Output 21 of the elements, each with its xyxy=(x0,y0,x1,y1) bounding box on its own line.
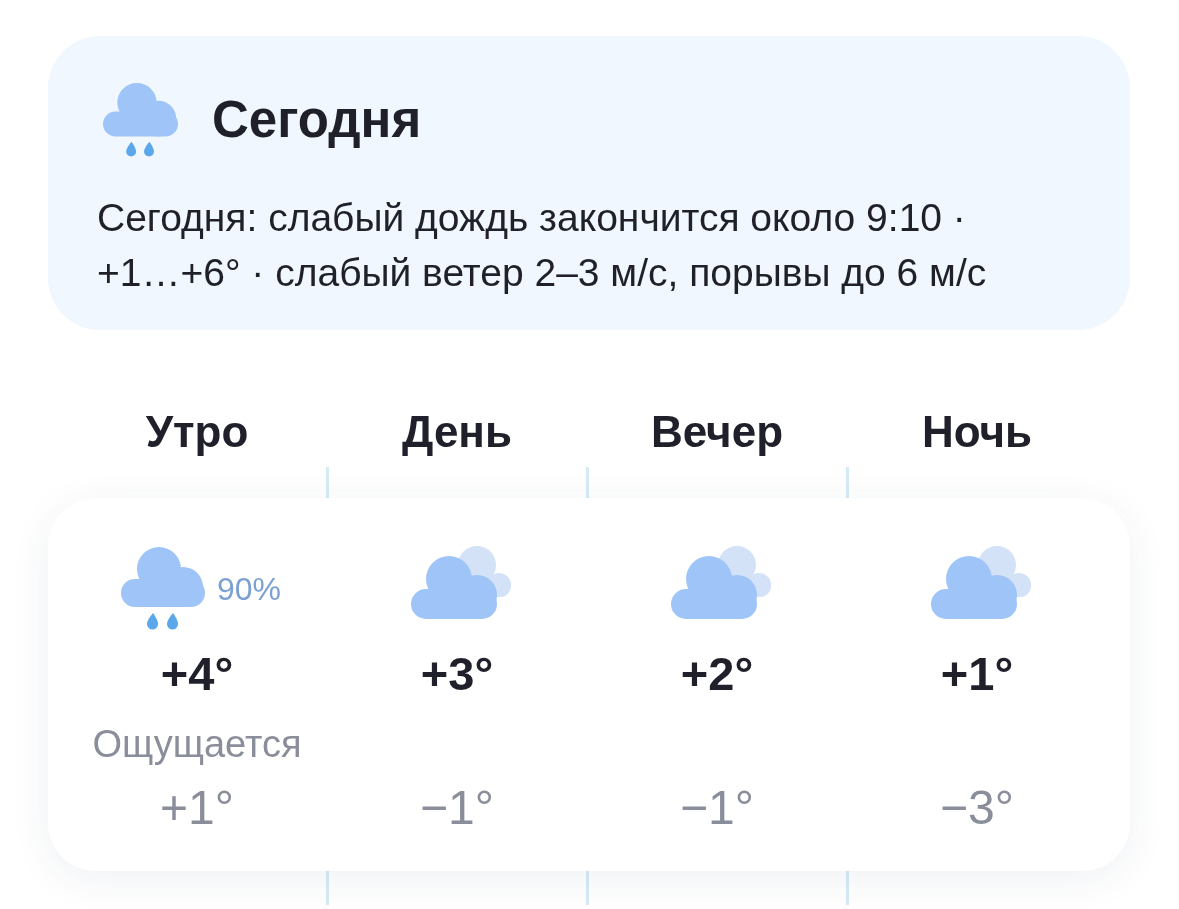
rain-cloud-icon xyxy=(103,81,178,158)
period-label: Ночь xyxy=(921,406,1033,458)
feels-like-temperature: −1° xyxy=(420,781,494,835)
feels-like-temperature: +1° xyxy=(160,781,234,835)
temperature: +1° xyxy=(940,647,1014,701)
feels-like-label: Ощущается xyxy=(92,722,302,767)
clouds-icon xyxy=(671,545,771,619)
feels-like-temperature: −1° xyxy=(680,781,754,835)
period-label: Вечер xyxy=(650,406,783,458)
feels-like-temperature: −3° xyxy=(940,781,1014,835)
temperature: +4° xyxy=(160,647,234,701)
period-label: День xyxy=(402,406,512,458)
rain-cloud-icon xyxy=(120,545,205,631)
precipitation-chance: 90% xyxy=(216,571,281,607)
today-title: Сегодня xyxy=(212,90,422,150)
today-summary: Сегодня: слабый дождь закончится около 9:10 · +1…+6° · слабый ветер 2–3 м/с, порывы до 6 м/с xyxy=(97,195,988,296)
period-label: Утро xyxy=(145,406,249,458)
clouds-icon xyxy=(411,545,511,619)
temperature: +3° xyxy=(420,647,494,701)
temperature: +2° xyxy=(680,647,754,701)
clouds-icon xyxy=(931,545,1031,619)
